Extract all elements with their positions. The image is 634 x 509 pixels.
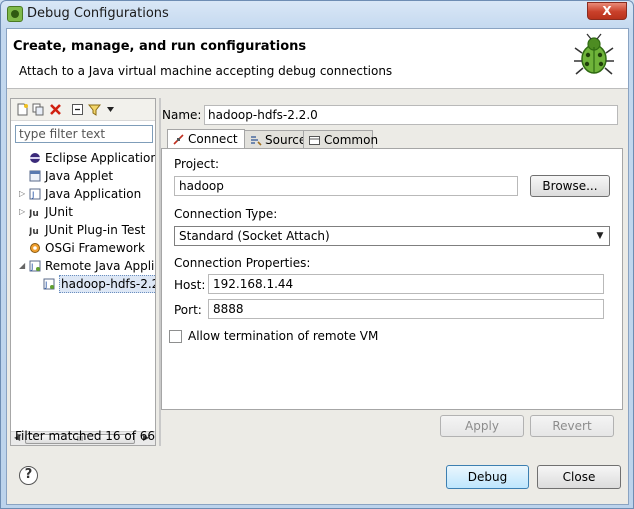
tab-label: Source — [265, 133, 307, 147]
tree-item-label: JUnit Plug-in Test — [45, 223, 146, 237]
project-input[interactable]: hadoop — [174, 176, 518, 196]
port-label: Port: — [174, 303, 202, 317]
config-list-toolbar — [11, 99, 155, 121]
config-tabs: Connect Source Common — [161, 129, 631, 150]
connection-type-label: Connection Type: — [174, 207, 278, 221]
collapse-all-icon[interactable] — [71, 103, 84, 116]
connect-tab-panel: Project: hadoop Browse... Connection Typ… — [161, 148, 623, 410]
help-icon[interactable]: ? — [19, 466, 38, 485]
tree-item-hadoop-hdfs-config[interactable]: J hadoop-hdfs-2.2.0 — [11, 275, 155, 293]
close-button[interactable]: Close — [537, 465, 621, 489]
config-name-input[interactable]: hadoop-hdfs-2.2.0 — [204, 105, 618, 125]
tree-expander-chevron-right-icon[interactable]: ▷ — [19, 203, 27, 221]
debug-button[interactable]: Debug — [446, 465, 529, 489]
tree-item-java-application[interactable]: ▷ J Java Application — [11, 185, 155, 203]
tree-item-label: Eclipse Application — [45, 151, 155, 165]
revert-button[interactable]: Revert — [530, 415, 614, 437]
allow-termination-checkbox[interactable] — [169, 330, 182, 343]
connect-icon — [173, 134, 184, 145]
tree-item-java-applet[interactable]: Java Applet — [11, 167, 155, 185]
launch-config-list-pane: type filter text Eclipse Application Jav… — [10, 98, 156, 446]
header-subtitle: Attach to a Java virtual machine accepti… — [19, 64, 393, 78]
svg-text:Ju: Ju — [29, 209, 39, 218]
tree-item-label: Java Application — [45, 187, 142, 201]
tree-item-label: hadoop-hdfs-2.2.0 — [59, 275, 155, 293]
dialog-client-area: Create, manage, and run configurations A… — [6, 28, 629, 505]
connection-properties-label: Connection Properties: — [174, 256, 311, 270]
osgi-icon — [30, 243, 40, 253]
new-config-icon[interactable] — [16, 103, 29, 116]
duplicate-config-icon[interactable] — [32, 103, 45, 116]
bug-app-icon — [7, 6, 23, 22]
svg-text:J: J — [31, 191, 34, 200]
tree-item-junit-plugin-test[interactable]: Ju JUnit Plug-in Test — [11, 221, 155, 239]
tree-item-label: OSGi Framework — [45, 241, 145, 255]
name-label: Name: — [162, 108, 202, 122]
tree-item-eclipse-application[interactable]: Eclipse Application — [11, 149, 155, 167]
tree-item-label: Java Applet — [45, 169, 114, 183]
junit-plugin-icon: Ju — [29, 227, 39, 236]
tree-expander-chevron-right-icon[interactable]: ▷ — [19, 185, 27, 203]
host-label: Host: — [174, 278, 206, 292]
tree-item-label: JUnit — [45, 205, 73, 219]
filter-status-text: Filter matched 16 of 66 items — [15, 429, 155, 443]
svg-text:Ju: Ju — [29, 227, 39, 236]
java-app-icon: J — [29, 188, 41, 200]
tab-connect[interactable]: Connect — [167, 129, 245, 150]
junit-icon: Ju — [29, 209, 39, 218]
dialog-header: Create, manage, and run configurations A… — [7, 29, 628, 89]
java-applet-icon — [29, 170, 41, 182]
filter-configs-icon[interactable] — [88, 103, 101, 116]
tab-source[interactable]: Source — [244, 130, 307, 150]
tab-common[interactable]: Common — [303, 130, 378, 150]
window-title: Debug Configurations — [27, 6, 169, 21]
header-title: Create, manage, and run configurations — [13, 39, 307, 54]
svg-text:J: J — [44, 281, 47, 290]
view-menu-chevron-down-icon[interactable] — [104, 103, 117, 116]
common-icon — [309, 136, 320, 145]
tree-item-label: Remote Java Application — [45, 259, 155, 273]
project-label: Project: — [174, 157, 220, 171]
port-input[interactable]: 8888 — [208, 299, 604, 319]
chevron-down-icon[interactable]: ▼ — [592, 228, 608, 244]
title-bar[interactable]: Debug Configurations X — [1, 1, 633, 27]
browse-button[interactable]: Browse... — [530, 175, 610, 197]
tree-item-junit[interactable]: ▷ Ju JUnit — [11, 203, 155, 221]
tab-label: Common — [324, 133, 379, 147]
tree-item-remote-java-application[interactable]: ◢ J Remote Java Application — [11, 257, 155, 275]
source-icon — [251, 136, 262, 146]
debug-bug-icon — [574, 33, 614, 75]
delete-config-icon[interactable] — [49, 103, 62, 116]
connection-type-value: Standard (Socket Attach) — [179, 229, 330, 243]
allow-termination-label: Allow termination of remote VM — [188, 329, 379, 343]
eclipse-app-icon — [30, 153, 40, 163]
remote-java-icon: J — [29, 260, 41, 272]
tree-expander-chevron-down-icon[interactable]: ◢ — [19, 257, 27, 275]
tab-label: Connect — [188, 132, 238, 146]
connection-type-select[interactable]: Standard (Socket Attach) ▼ — [174, 226, 610, 246]
svg-text:J: J — [30, 263, 33, 272]
tree-item-osgi-framework[interactable]: OSGi Framework — [11, 239, 155, 257]
debug-configurations-window: Debug Configurations X Create, manage, a… — [0, 0, 634, 509]
window-close-button[interactable]: X — [587, 2, 627, 20]
remote-config-icon: J — [43, 278, 55, 290]
launch-config-tree: Eclipse Application Java Applet ▷ J Java… — [11, 149, 155, 434]
host-input[interactable]: 192.168.1.44 — [208, 274, 604, 294]
apply-button[interactable]: Apply — [440, 415, 524, 437]
filter-text-input[interactable]: type filter text — [15, 125, 153, 143]
